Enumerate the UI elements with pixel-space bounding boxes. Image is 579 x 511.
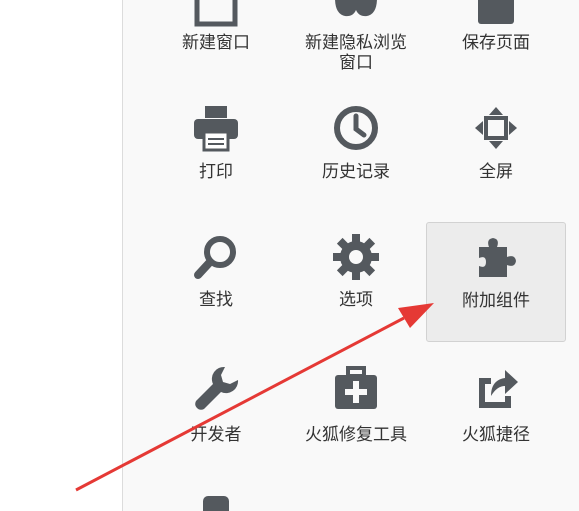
- menu-item-label: 火狐捷径: [462, 425, 530, 445]
- menu-item-private-window[interactable]: 新建隐私浏览 窗口: [286, 0, 426, 73]
- menu-item-fullscreen[interactable]: 全屏: [426, 94, 566, 214]
- menu-item-repair-tool[interactable]: 火狐修复工具: [286, 352, 426, 472]
- medkit-icon: [331, 364, 381, 414]
- menu-item-history[interactable]: 历史记录: [286, 94, 426, 214]
- menu-item-label: 保存页面: [462, 33, 530, 53]
- menu-item-label-line2: 窗口: [339, 53, 373, 73]
- wrench-icon: [191, 364, 241, 414]
- menu-item-label: 打印: [199, 162, 233, 182]
- menu-item-label: 新建隐私浏览: [305, 33, 407, 53]
- menu-item-developer[interactable]: 开发者: [146, 352, 286, 472]
- browser-menu-panel: 新建窗口 新建隐私浏览 窗口 保存页面 打印 历史记录 全屏 查找 选项 附加组…: [122, 0, 579, 511]
- page-content-area: [0, 0, 122, 511]
- history-icon: [331, 103, 381, 153]
- menu-item-partial-icon: [203, 496, 229, 511]
- menu-item-label: 全屏: [479, 162, 513, 182]
- menu-item-find[interactable]: 查找: [146, 222, 286, 342]
- menu-item-save-page[interactable]: 保存页面: [426, 0, 566, 70]
- menu-item-print[interactable]: 打印: [146, 94, 286, 214]
- menu-item-shortcut[interactable]: 火狐捷径: [426, 352, 566, 472]
- menu-item-label: 开发者: [190, 425, 242, 445]
- menu-item-options[interactable]: 选项: [286, 222, 426, 342]
- screenshot-stage: 新建窗口 新建隐私浏览 窗口 保存页面 打印 历史记录 全屏 查找 选项 附加组…: [0, 0, 579, 511]
- menu-item-label: 火狐修复工具: [305, 425, 407, 445]
- puzzle-icon: [471, 233, 521, 283]
- menu-item-label: 历史记录: [322, 162, 390, 182]
- share-icon: [471, 364, 521, 414]
- menu-item-label: 新建窗口: [182, 33, 250, 53]
- gear-icon: [331, 232, 381, 282]
- fullscreen-icon: [471, 103, 521, 153]
- menu-item-label: 选项: [339, 290, 373, 310]
- menu-item-addons[interactable]: 附加组件: [426, 222, 566, 342]
- search-icon: [191, 232, 241, 282]
- menu-item-new-window[interactable]: 新建窗口: [146, 0, 286, 70]
- menu-item-label: 附加组件: [462, 291, 530, 311]
- menu-item-label: 查找: [199, 290, 233, 310]
- print-icon: [191, 103, 241, 153]
